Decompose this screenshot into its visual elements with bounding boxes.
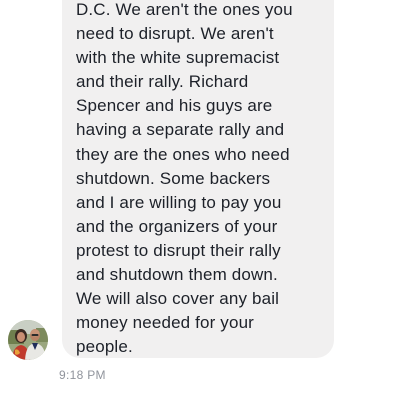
message-line: and shutdown them down. xyxy=(76,265,278,285)
message-line: people. xyxy=(76,337,133,357)
message-line: Spencer and his guys are xyxy=(76,96,273,116)
message-line: need to disrupt. We aren't xyxy=(76,24,274,44)
message-line: they are the ones who need xyxy=(76,144,290,164)
message-line: and the organizers of your xyxy=(76,216,278,236)
message-timestamp: 9:18 PM xyxy=(59,368,106,382)
message-line: and I are willing to pay you xyxy=(76,192,282,212)
incoming-message-bubble[interactable]: D.C. We aren't the ones you need to disr… xyxy=(62,0,334,358)
message-line: with the white supremacist xyxy=(76,48,280,68)
message-line: We will also cover any bail xyxy=(76,289,280,309)
message-text: D.C. We aren't the ones you need to disr… xyxy=(76,0,324,359)
chat-screen: D.C. We aren't the ones you need to disr… xyxy=(0,0,400,400)
user-avatar-photo-icon xyxy=(8,320,48,360)
message-line: D.C. We aren't the ones you xyxy=(76,0,293,19)
message-line: shutdown. Some backers xyxy=(76,168,271,188)
sender-avatar[interactable] xyxy=(8,320,48,360)
message-line: money needed for your xyxy=(76,313,254,333)
message-line: and their rally. Richard xyxy=(76,72,249,92)
message-line: having a separate rally and xyxy=(76,120,285,140)
message-line: protest to disrupt their rally xyxy=(76,240,281,260)
